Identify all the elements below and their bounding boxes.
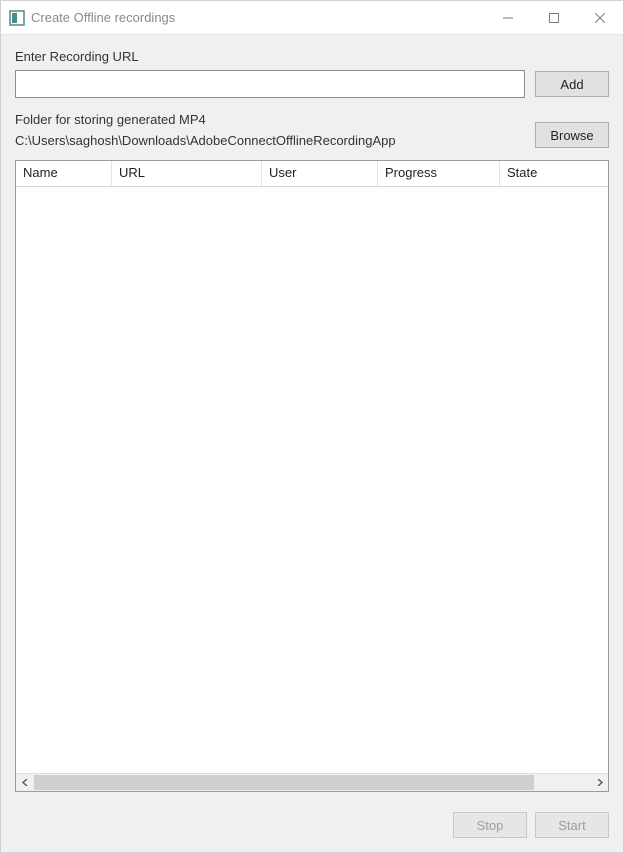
column-header-state[interactable]: State xyxy=(500,161,608,186)
browse-button[interactable]: Browse xyxy=(535,122,609,148)
scroll-thumb[interactable] xyxy=(34,775,534,790)
folder-block: Folder for storing generated MP4 C:\User… xyxy=(15,112,609,148)
window-controls xyxy=(485,1,623,34)
footer: Stop Start xyxy=(1,802,623,852)
grid-header: Name URL User Progress State xyxy=(16,161,608,187)
folder-label: Folder for storing generated MP4 xyxy=(15,112,525,127)
add-button[interactable]: Add xyxy=(535,71,609,97)
grid-body xyxy=(16,187,608,773)
start-button[interactable]: Start xyxy=(535,812,609,838)
app-window: Create Offline recordings Enter Recordin… xyxy=(0,0,624,853)
column-header-url[interactable]: URL xyxy=(112,161,262,186)
column-header-progress[interactable]: Progress xyxy=(378,161,500,186)
url-label: Enter Recording URL xyxy=(15,49,609,64)
minimize-button[interactable] xyxy=(485,1,531,34)
titlebar: Create Offline recordings xyxy=(1,1,623,35)
column-header-name[interactable]: Name xyxy=(16,161,112,186)
close-button[interactable] xyxy=(577,1,623,34)
folder-path: C:\Users\saghosh\Downloads\AdobeConnectO… xyxy=(15,133,525,148)
scroll-track[interactable] xyxy=(34,774,590,791)
stop-button[interactable]: Stop xyxy=(453,812,527,838)
folder-text: Folder for storing generated MP4 C:\User… xyxy=(15,112,525,148)
window-title: Create Offline recordings xyxy=(31,10,485,25)
app-icon xyxy=(9,10,25,26)
horizontal-scrollbar[interactable] xyxy=(16,773,608,791)
column-header-user[interactable]: User xyxy=(262,161,378,186)
scroll-left-arrow-icon[interactable] xyxy=(16,774,34,792)
recordings-grid: Name URL User Progress State xyxy=(15,160,609,792)
url-row: Add xyxy=(15,70,609,98)
content-area: Enter Recording URL Add Folder for stori… xyxy=(1,35,623,802)
recording-url-input[interactable] xyxy=(15,70,525,98)
maximize-button[interactable] xyxy=(531,1,577,34)
scroll-right-arrow-icon[interactable] xyxy=(590,774,608,792)
